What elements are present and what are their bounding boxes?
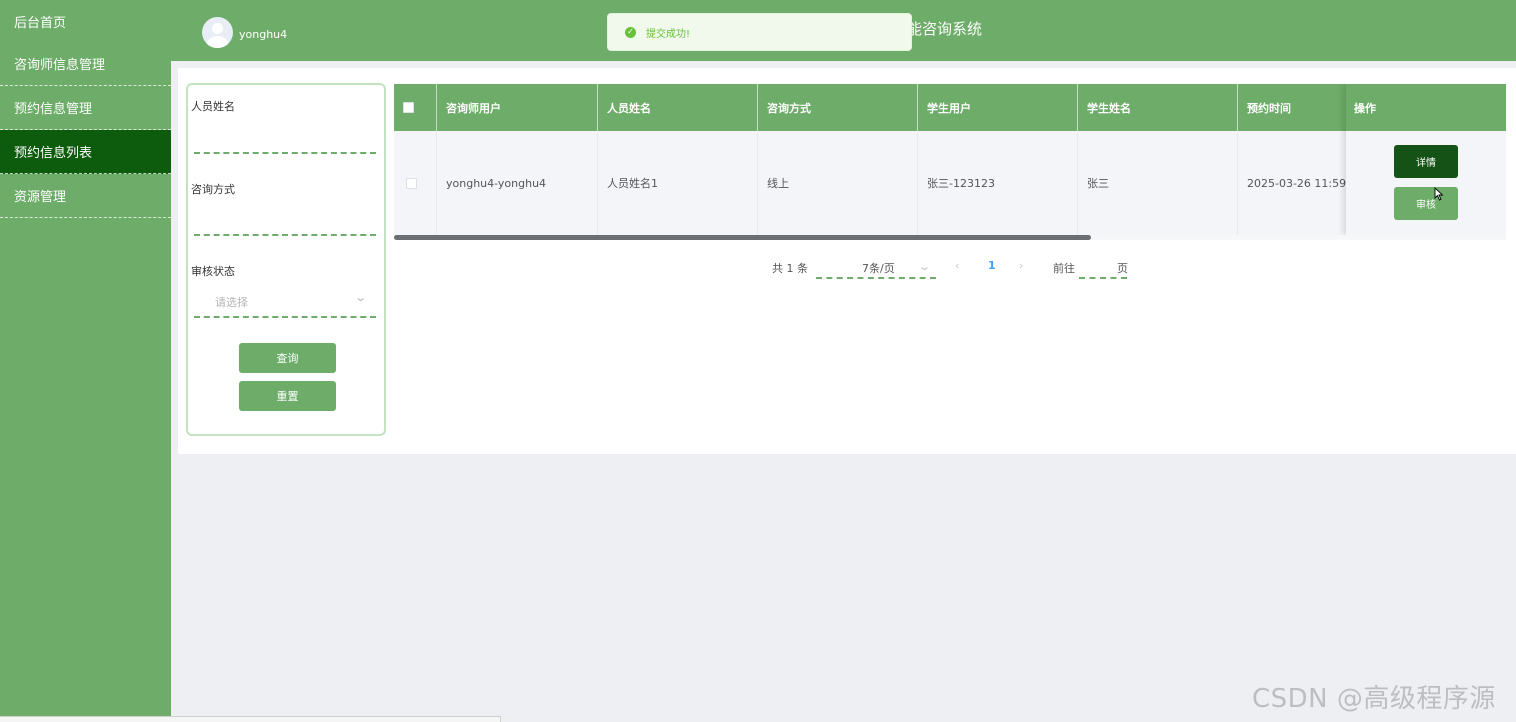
sidebar-item-appointment-list[interactable]: 预约信息列表 — [0, 130, 171, 174]
avatar-body-shape — [207, 36, 228, 48]
page-size-value: 7条/页 — [862, 262, 895, 275]
page-suffix-label: 页 — [1117, 262, 1128, 275]
select-all-checkbox[interactable] — [403, 102, 414, 113]
column-header[interactable]: 咨询师用户 — [437, 84, 598, 131]
row-checkbox[interactable] — [406, 178, 417, 189]
avatar-head-shape — [212, 23, 223, 34]
sidebar-item-resources[interactable]: 资源管理 — [0, 174, 171, 218]
chevron-left-icon[interactable]: ‹ — [955, 259, 959, 272]
method-input[interactable] — [194, 222, 376, 236]
detail-button[interactable]: 详情 — [1394, 145, 1458, 178]
toast-message: 提交成功! — [646, 28, 691, 40]
sidebar-item-label: 后台首页 — [14, 16, 67, 31]
table-cell: yonghu4-yonghu4 — [437, 131, 598, 235]
sidebar-item-appointment-management[interactable]: 预约信息管理 — [0, 86, 171, 130]
sidebar-item-home[interactable]: 后台首页 — [0, 0, 171, 42]
operation-header: 操作 — [1346, 84, 1506, 131]
table-header: 咨询师用户 人员姓名 咨询方式 学生用户 学生姓名 预约时间 — [394, 84, 1506, 131]
data-table: 咨询师用户 人员姓名 咨询方式 学生用户 学生姓名 预约时间 yonghu4-y… — [394, 84, 1506, 240]
username[interactable]: yonghu4 — [239, 28, 287, 41]
avatar[interactable] — [202, 17, 233, 48]
header-checkbox-cell — [394, 84, 437, 131]
column-header[interactable]: 咨询方式 — [758, 84, 918, 131]
scrollbar-thumb[interactable] — [394, 235, 1091, 240]
operation-cell: 详情 审核 — [1346, 131, 1506, 235]
search-panel: 人员姓名 咨询方式 审核状态 请选择 ⌄ 查询 重置 — [186, 83, 386, 436]
table-cell: 张三 — [1078, 131, 1238, 235]
table-cell: 人员姓名1 — [598, 131, 758, 235]
name-field-label: 人员姓名 — [191, 100, 235, 113]
method-field-label: 咨询方式 — [191, 183, 235, 196]
goto-label: 前往 — [1053, 262, 1075, 275]
table-cell: 线上 — [758, 131, 918, 235]
query-button[interactable]: 查询 — [239, 343, 336, 373]
mouse-pointer-icon — [1434, 187, 1444, 201]
current-page-number[interactable]: 1 — [988, 259, 996, 272]
row-checkbox-cell — [394, 131, 437, 235]
chevron-down-icon: ⌄ — [354, 291, 368, 304]
system-title: 能咨询系统 — [907, 20, 983, 38]
table-row: yonghu4-yonghu4 人员姓名1 线上 张三-123123 张三 20… — [394, 131, 1506, 235]
page-size-select[interactable]: 7条/页 ⌄ — [816, 258, 936, 279]
operation-column: 操作 详情 审核 — [1346, 84, 1506, 235]
name-input[interactable] — [194, 140, 376, 154]
sidebar-item-label: 资源管理 — [14, 190, 67, 205]
sidebar-item-label: 咨询师信息管理 — [14, 58, 106, 73]
table-cell: 张三-123123 — [918, 131, 1078, 235]
horizontal-scrollbar[interactable] — [394, 235, 1506, 240]
chevron-right-icon[interactable]: › — [1019, 259, 1023, 272]
watermark: CSDN @高级程序源 — [1252, 684, 1496, 714]
check-circle-icon: ✓ — [625, 26, 636, 38]
chevron-down-icon: ⌄ — [918, 260, 932, 273]
sidebar: 后台首页 咨询师信息管理 预约信息管理 预约信息列表 资源管理 — [0, 0, 171, 722]
success-toast: ✓ 提交成功! — [607, 13, 912, 51]
column-header[interactable]: 学生用户 — [918, 84, 1078, 131]
reset-button[interactable]: 重置 — [239, 381, 336, 411]
sidebar-item-label: 预约信息管理 — [14, 102, 93, 117]
status-select[interactable] — [194, 304, 376, 318]
pagination-total: 共 1 条 — [772, 262, 808, 275]
column-header[interactable]: 学生姓名 — [1078, 84, 1238, 131]
sidebar-item-label: 预约信息列表 — [14, 146, 93, 161]
sidebar-item-counselor-info[interactable]: 咨询师信息管理 — [0, 42, 171, 86]
status-bar-strip — [0, 716, 501, 722]
review-button[interactable]: 审核 — [1394, 187, 1458, 220]
column-header[interactable]: 人员姓名 — [598, 84, 758, 131]
status-field-label: 审核状态 — [191, 265, 235, 278]
